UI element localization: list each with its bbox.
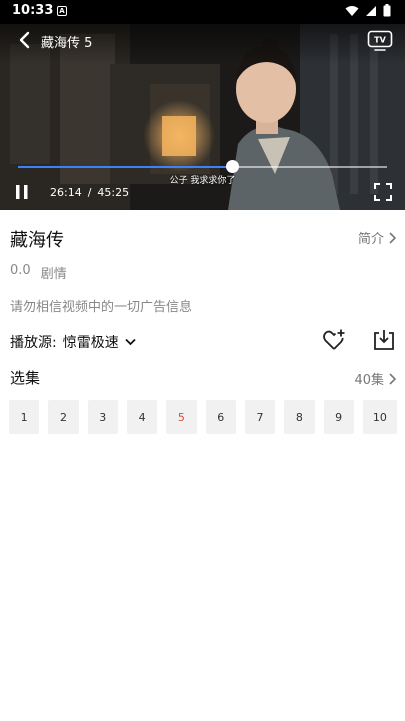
episode-button[interactable]: 9 — [323, 400, 354, 434]
current-time: 26:14 — [50, 186, 82, 199]
episode-button[interactable]: 1 — [9, 400, 40, 434]
episode-button[interactable]: 6 — [205, 400, 236, 434]
video-subtitle: 公子 我求求你了 — [169, 176, 236, 186]
episode-button[interactable]: 8 — [284, 400, 315, 434]
pause-icon — [16, 185, 28, 199]
download-icon — [374, 330, 394, 350]
episode-grid: 1 2 3 4 5 6 7 8 9 10 — [9, 400, 398, 434]
source-row: 播放源: 惊雷极速 — [10, 326, 396, 356]
genre: 剧情 — [40, 267, 67, 282]
episodes-title: 选集 — [10, 369, 41, 387]
favorite-button[interactable] — [322, 328, 346, 352]
progress-handle[interactable] — [226, 160, 240, 173]
episode-button[interactable]: 3 — [87, 400, 118, 434]
heart-plus-icon — [323, 329, 345, 350]
episode-button[interactable]: 10 — [362, 400, 398, 434]
episode-button[interactable]: 7 — [244, 400, 276, 434]
episodes-header: 选集 40集 — [10, 367, 396, 389]
source-value: 惊雷极速 — [62, 335, 119, 351]
notification-badge: A — [57, 6, 67, 16]
episode-button[interactable]: 2 — [48, 400, 79, 434]
status-bar: 10:33 A — [0, 0, 405, 24]
title-row: 藏海传 简介 — [10, 226, 396, 251]
intro-link[interactable]: 简介 — [358, 228, 396, 247]
progress-fill — [18, 166, 233, 168]
episode-button[interactable]: 4 — [126, 400, 158, 434]
cast-button[interactable]: TV — [367, 30, 393, 52]
system-icons — [345, 4, 391, 17]
svg-text:TV: TV — [374, 36, 386, 45]
signal-icon — [366, 5, 376, 16]
chevron-left-icon — [19, 31, 30, 49]
time-separator: / — [87, 186, 92, 199]
episode-button[interactable]: 5 — [166, 400, 197, 434]
show-title: 藏海传 — [10, 230, 64, 251]
rating: 0.0 — [10, 263, 31, 278]
download-button[interactable] — [372, 328, 396, 352]
fullscreen-button[interactable] — [374, 183, 392, 201]
meta-row: 0.0 剧情 — [10, 263, 67, 282]
battery-icon — [383, 4, 391, 17]
source-selector[interactable]: 播放源: 惊雷极速 — [10, 332, 136, 352]
fullscreen-icon — [374, 183, 392, 201]
chevron-right-icon — [389, 231, 396, 244]
chevron-down-icon — [125, 338, 136, 346]
time-readout: 26:14 / 45:25 — [50, 186, 129, 199]
episodes-count-link[interactable]: 40集 — [354, 369, 396, 388]
wifi-icon — [345, 5, 359, 16]
progress-bar[interactable] — [18, 160, 387, 173]
source-label: 播放源: — [10, 335, 57, 351]
player-title: 藏海传 5 — [41, 36, 93, 51]
episodes-count: 40集 — [354, 373, 384, 388]
intro-label: 简介 — [357, 232, 384, 247]
tv-cast-icon: TV — [367, 30, 393, 51]
duration: 45:25 — [97, 186, 130, 199]
pause-button[interactable] — [14, 184, 30, 200]
status-time: 10:33 — [12, 3, 54, 18]
ad-notice: 请勿相信视频中的一切广告信息 — [10, 300, 193, 315]
chevron-right-icon — [389, 372, 396, 385]
back-button[interactable] — [14, 30, 34, 50]
video-player[interactable]: 藏海传 5 TV 公子 我求求你了 26:14 / 45:25 — [0, 24, 405, 210]
